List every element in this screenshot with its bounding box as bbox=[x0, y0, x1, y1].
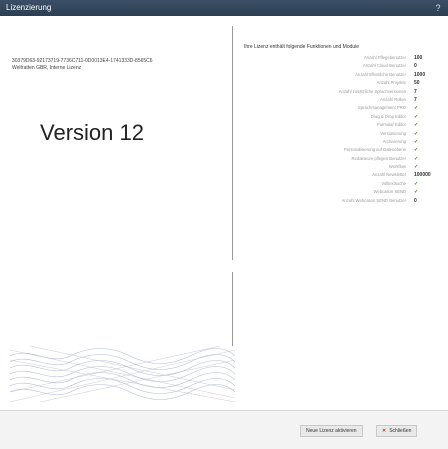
feature-value: 7 bbox=[414, 88, 417, 95]
check-icon: ✓ bbox=[414, 180, 419, 187]
feature-row: Drag & Drop Editor ✓ bbox=[236, 113, 436, 121]
check-icon: ✓ bbox=[414, 105, 419, 112]
feature-row: Webcation SEND ✓ bbox=[236, 188, 436, 196]
feature-value: 1000 bbox=[414, 71, 426, 78]
feature-row: Redakteure pflegen Benutzer ✓ bbox=[236, 155, 436, 163]
feature-row: Workflow ✓ bbox=[236, 163, 436, 171]
check-icon: ✓ bbox=[414, 122, 419, 129]
feature-row: Anzahl Projekte 50 bbox=[236, 79, 436, 87]
feature-label: Versionierung bbox=[380, 130, 406, 136]
feature-row: Anzahl zusätzliche Sprachversionen 7 bbox=[236, 88, 436, 96]
feature-label: Workflow bbox=[388, 164, 406, 170]
feature-label: Anzahl Projekte bbox=[376, 80, 406, 86]
check-icon: ✓ bbox=[414, 130, 419, 137]
check-icon: ✓ bbox=[414, 138, 419, 145]
feature-label: Archivierung bbox=[382, 138, 406, 144]
feature-row: Anzahl Webcation SEND Benutzer 0 bbox=[236, 197, 436, 205]
check-icon: ✓ bbox=[414, 113, 419, 120]
feature-row: Anzahl Rollen 7 bbox=[236, 96, 436, 104]
feature-label: Formular Editor bbox=[377, 122, 406, 128]
feature-value: 0 bbox=[414, 63, 417, 70]
feature-row: Sprachmanagement PRO ✓ bbox=[236, 104, 436, 112]
decorative-pattern bbox=[10, 346, 235, 402]
version-label: Version 12 bbox=[40, 120, 144, 145]
feature-label: Drag & Drop Editor bbox=[370, 113, 406, 119]
feature-label: Anzahl Webcation SEND Benutzer bbox=[341, 197, 406, 203]
feature-label: Volltextsuche bbox=[381, 180, 406, 186]
feature-row: Archivierung ✓ bbox=[236, 138, 436, 146]
feature-label: Sprachmanagement PRO bbox=[358, 105, 406, 111]
check-icon: ✓ bbox=[414, 164, 419, 171]
feature-row: Anzahl Cloud-Benutzer 0 bbox=[236, 62, 436, 70]
check-icon: ✓ bbox=[414, 189, 419, 196]
window-titlebar: Lizenzierung ? bbox=[0, 0, 448, 16]
feature-row: Formular Editor ✓ bbox=[236, 121, 436, 129]
activate-license-button[interactable]: Neue Lizenz aktivieren bbox=[300, 425, 363, 437]
feature-label: Anzahl Cloud-Benutzer bbox=[362, 63, 406, 69]
help-icon[interactable]: ? bbox=[432, 2, 444, 14]
window-title: Lizenzierung bbox=[6, 3, 52, 12]
close-label: Schließen bbox=[389, 428, 412, 434]
feature-label: Personalisierung auf Datenebene bbox=[343, 147, 406, 153]
features-list: Anzahl Pflegebenutzer 100 Anzahl Cloud-Be… bbox=[236, 54, 436, 205]
feature-label: Anzahl zusätzliche Sprachversionen bbox=[338, 88, 406, 94]
feature-label: Redakteure pflegen Benutzer bbox=[351, 155, 406, 161]
feature-row: Anzahl öffentliche Benutzer 1000 bbox=[236, 71, 436, 79]
features-header: Ihre Lizenz enthält folgende Funktionen … bbox=[244, 44, 360, 50]
check-icon: ✓ bbox=[414, 155, 419, 162]
feature-label: Anzahl öffentliche Benutzer bbox=[355, 71, 406, 77]
license-holder: Weltratten GBR, Interne Lizenz bbox=[12, 65, 82, 71]
check-icon: ✓ bbox=[414, 147, 419, 154]
column-divider-lower bbox=[232, 272, 233, 346]
license-info: 30379D63-92173719-7736C711-0D0013E4-1741… bbox=[12, 58, 222, 72]
feature-label: Anzahl Rollen bbox=[380, 96, 406, 102]
license-key: 30379D63-92173719-7736C711-0D0013E4-1741… bbox=[12, 58, 153, 64]
feature-value: 100000 bbox=[414, 172, 431, 179]
feature-value: 0 bbox=[414, 197, 417, 204]
feature-value: 100 bbox=[414, 55, 423, 61]
feature-row: Anzahl Pflegebenutzer 100 bbox=[236, 54, 436, 62]
column-divider bbox=[232, 26, 233, 260]
feature-value: 7 bbox=[414, 96, 417, 103]
feature-row: Personalisierung auf Datenebene ✓ bbox=[236, 146, 436, 154]
close-button[interactable]: ✕ Schließen bbox=[376, 425, 418, 437]
feature-row: Volltextsuche ✓ bbox=[236, 180, 436, 188]
activate-label: Neue Lizenz aktivieren bbox=[306, 428, 357, 434]
feature-value: 50 bbox=[414, 80, 420, 87]
feature-row: Versionierung ✓ bbox=[236, 130, 436, 138]
bottom-toolbar: Neue Lizenz aktivieren ✕ Schließen bbox=[0, 410, 448, 449]
feature-label: Webcation SEND bbox=[373, 189, 406, 195]
feature-label: Anzahl Newsletter bbox=[372, 172, 406, 178]
close-x-icon: ✕ bbox=[382, 428, 387, 434]
feature-label: Anzahl Pflegebenutzer bbox=[363, 55, 406, 60]
feature-row: Anzahl Newsletter 100000 bbox=[236, 171, 436, 179]
